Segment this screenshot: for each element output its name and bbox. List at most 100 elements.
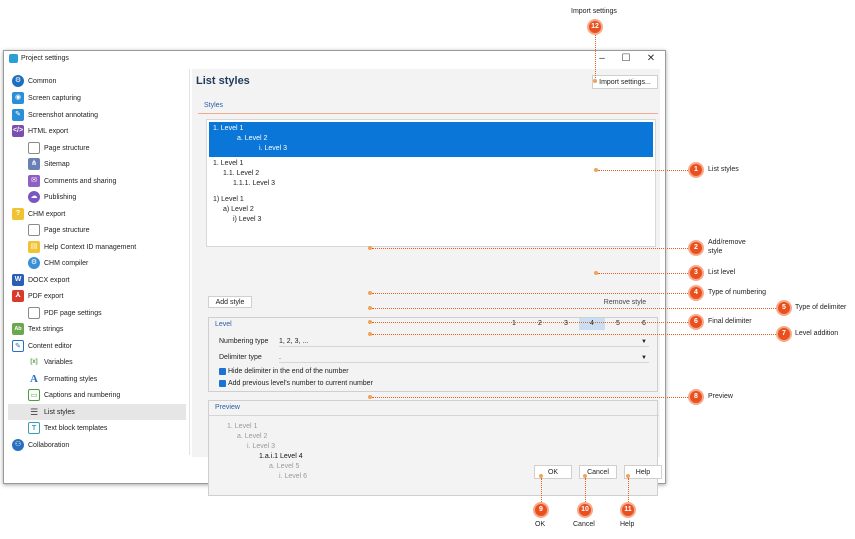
sidebar-item-chm-compiler[interactable]: ⚙ CHM compiler: [8, 255, 186, 271]
add-previous-label: Add previous level's number to current n…: [228, 380, 373, 387]
sidebar-item-pdf-export[interactable]: ⅄ PDF export: [8, 288, 186, 304]
add-style-button[interactable]: Add style: [208, 296, 252, 308]
callout-1-line: [598, 170, 688, 171]
tab-level-2[interactable]: 2: [527, 318, 553, 330]
list-item[interactable]: 1) Level 1 a) Level 2 i) Level 3: [209, 196, 653, 229]
sidebar-item-chm-export[interactable]: ? CHM export: [8, 206, 186, 222]
level-tabs: 1 2 3 4 5 6: [501, 318, 659, 330]
page-title: List styles: [196, 75, 250, 87]
sidebar-divider: [189, 69, 190, 455]
callout-7-badge: 7: [776, 326, 792, 342]
app-icon: [9, 54, 18, 63]
callout-2-badge: 2: [688, 240, 704, 256]
sidebar-item-comments-and-sharing[interactable]: ✉ Comments and sharing: [8, 173, 186, 189]
callout-9-label: OK: [535, 521, 546, 528]
sidebar-item-html-page-structure[interactable]: Page structure: [8, 140, 186, 156]
content-editor-icon: ✎: [12, 340, 24, 352]
compiler-icon: ⚙: [28, 257, 40, 269]
level-group: Level 1 2 3 4 5 6 Numbering type 1, 2, 3…: [208, 317, 658, 392]
project-settings-window: Project settings – ☐ ✕ ⚙ Common ◉ Screen…: [3, 50, 666, 496]
sidebar-item-content-editor[interactable]: ✎ Content editor: [8, 338, 186, 354]
callout-3-label: List level: [708, 269, 736, 276]
callout-4-line: [372, 293, 688, 294]
sidebar-item-docx-export[interactable]: W DOCX export: [8, 272, 186, 288]
sidebar-item-help-context-id[interactable]: ▤ Help Context ID management: [8, 239, 186, 255]
sidebar-item-screenshot-annotating[interactable]: ✎ Screenshot annotating: [8, 107, 186, 123]
callout-8-line: [372, 397, 688, 398]
html-icon: </>: [12, 125, 24, 137]
list-styles-panel: List styles Import settings... Styles 1.…: [192, 69, 660, 496]
remove-style-button[interactable]: Remove style: [597, 296, 653, 308]
styles-section-underline: [198, 113, 658, 114]
callout-10-badge: 10: [577, 502, 593, 518]
callout-1-badge: 1: [688, 162, 704, 178]
sidebar-item-common[interactable]: ⚙ Common: [8, 73, 186, 89]
add-previous-checkbox[interactable]: [219, 380, 226, 387]
sidebar-item-variables[interactable]: [x] Variables: [8, 354, 186, 370]
preview-group: Preview 1. Level 1 a. Level 2 i. Level 3…: [208, 400, 659, 496]
preview-line: i. Level 3: [247, 443, 276, 450]
settings-sidebar: ⚙ Common ◉ Screen capturing ✎ Screenshot…: [8, 69, 186, 455]
sidebar-item-screen-capturing[interactable]: ◉ Screen capturing: [8, 90, 186, 106]
sidebar-item-publishing[interactable]: ☁ Publishing: [8, 189, 186, 205]
import-settings-button[interactable]: Import settings...: [592, 75, 658, 89]
callout-5-label: Type of delimiter: [795, 304, 847, 311]
callout-11-label: Help: [620, 521, 635, 528]
list-item-selected[interactable]: 1. Level 1 a. Level 2 i. Level 3: [209, 122, 653, 157]
tab-level-1[interactable]: 1: [501, 318, 527, 330]
callout-12-line: [595, 35, 596, 80]
preview-label: Preview: [215, 404, 240, 411]
sidebar-item-text-block-templates[interactable]: T Text block templates: [8, 420, 186, 436]
sidebar-item-list-styles[interactable]: ☰ List styles: [8, 404, 186, 420]
tab-level-4[interactable]: 4: [579, 318, 605, 330]
collaboration-icon: ⚇: [12, 439, 24, 451]
styles-list[interactable]: 1. Level 1 a. Level 2 i. Level 3 1. Leve…: [206, 119, 656, 247]
sidebar-item-formatting-styles[interactable]: A Formatting styles: [8, 371, 186, 387]
template-icon: T: [28, 422, 40, 434]
page-structure-icon: [28, 224, 40, 236]
delimiter-type-select[interactable]: . ▼: [279, 353, 649, 363]
variables-icon: [x]: [28, 356, 40, 368]
sidebar-item-collaboration[interactable]: ⚇ Collaboration: [8, 437, 186, 453]
callout-8-badge: 8: [688, 389, 704, 405]
preview-line: 1. Level 1: [227, 423, 258, 430]
sitemap-icon: ⋔: [28, 158, 40, 170]
tab-level-6[interactable]: 6: [631, 318, 657, 330]
sidebar-item-pdf-page-settings[interactable]: PDF page settings: [8, 305, 186, 321]
tab-level-5[interactable]: 5: [605, 318, 631, 330]
list-icon: ☰: [29, 407, 39, 417]
callout-2-line: [372, 248, 688, 249]
callout-6-label: Final delimiter: [708, 318, 752, 325]
sidebar-item-html-export[interactable]: </> HTML export: [8, 123, 186, 139]
cloud-icon: ☁: [28, 191, 40, 203]
callout-12-badge: 12: [587, 19, 603, 35]
camera-icon: ◉: [12, 92, 24, 104]
sidebar-item-captions-and-numbering[interactable]: ▭ Captions and numbering: [8, 387, 186, 403]
chm-icon: ?: [12, 208, 24, 220]
close-button[interactable]: ✕: [641, 53, 661, 65]
sidebar-item-sitemap[interactable]: ⋔ Sitemap: [8, 156, 186, 172]
hide-delimiter-checkbox[interactable]: [219, 368, 226, 375]
chevron-down-icon: ▼: [641, 339, 647, 345]
help-context-icon: ▤: [28, 241, 40, 253]
callout-6-badge: 6: [688, 314, 704, 330]
hide-delimiter-label: Hide delimiter in the end of the number: [228, 368, 349, 375]
page-structure-icon: [28, 142, 40, 154]
numbering-type-select[interactable]: 1, 2, 3, ... ▼: [279, 337, 649, 347]
callout-6-line: [372, 322, 688, 323]
maximize-button[interactable]: ☐: [616, 53, 636, 65]
sidebar-item-chm-page-structure[interactable]: Page structure: [8, 222, 186, 238]
docx-icon: W: [12, 274, 24, 286]
preview-line: a. Level 2: [237, 433, 268, 440]
callout-5-badge: 5: [776, 300, 792, 316]
callout-12-label: Import settings: [571, 8, 617, 15]
callout-4-label: Type of numbering: [708, 289, 766, 296]
chevron-down-icon: ▼: [641, 355, 647, 361]
callout-2-label: Add/remove: [708, 239, 746, 246]
callout-9-badge: 9: [533, 502, 549, 518]
window-title: Project settings: [21, 55, 69, 62]
list-item[interactable]: 1. Level 1 1.1. Level 2 1.1.1. Level 3: [209, 160, 653, 193]
title-bar[interactable]: Project settings – ☐ ✕: [4, 51, 665, 67]
sidebar-item-text-strings[interactable]: Ab Text strings: [8, 321, 186, 337]
tab-level-3[interactable]: 3: [553, 318, 579, 330]
